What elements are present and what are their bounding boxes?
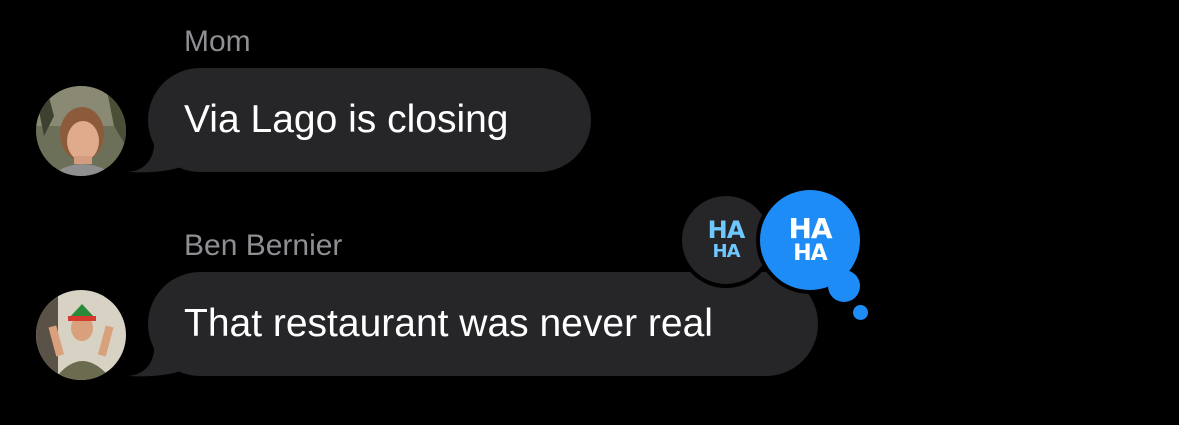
reaction-tail-dot-small [853,305,868,320]
avatar-ben-bernier[interactable] [36,290,126,380]
message-text: Via Lago is closing [184,98,509,141]
reaction-tail-dot-large [828,270,860,302]
sender-name: Mom [184,25,251,58]
message-text: That restaurant was never real [184,302,713,345]
haha-tapback-icon: HA HA [788,212,832,266]
message-bubble[interactable]: That restaurant was never real [148,272,818,376]
avatar-mom[interactable] [36,86,126,176]
message-bubble[interactable]: Via Lago is closing [148,68,591,172]
sender-name: Ben Bernier [184,229,343,262]
